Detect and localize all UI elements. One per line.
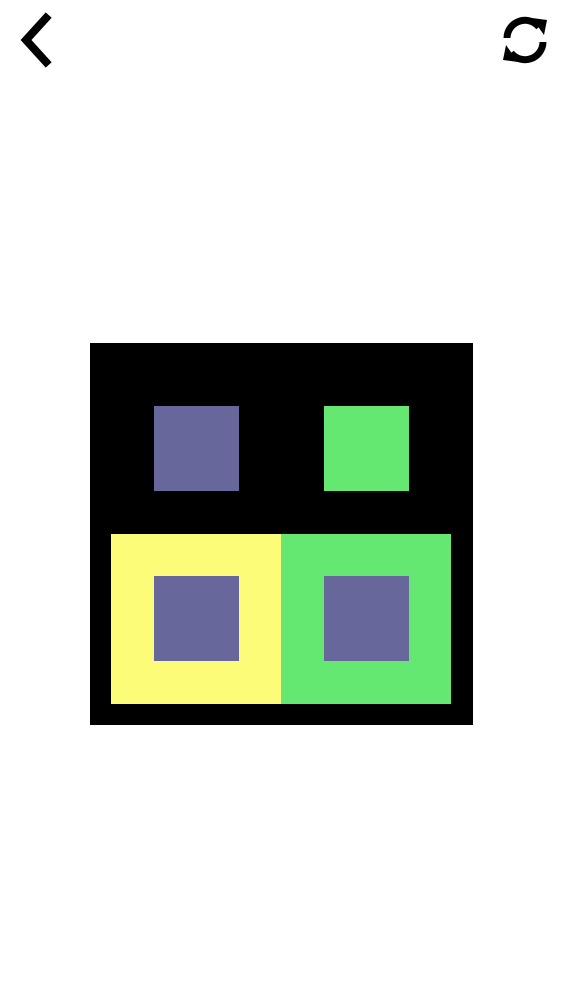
restart-button[interactable] xyxy=(495,10,555,70)
refresh-icon xyxy=(503,16,547,64)
game-board xyxy=(90,343,473,725)
back-button[interactable] xyxy=(6,10,66,70)
block-green-top-right[interactable] xyxy=(324,406,409,491)
block-purple-bottom-right[interactable] xyxy=(324,576,409,661)
block-purple-bottom-left[interactable] xyxy=(154,576,239,661)
block-purple-top-left[interactable] xyxy=(154,406,239,491)
chevron-left-icon xyxy=(20,12,52,68)
